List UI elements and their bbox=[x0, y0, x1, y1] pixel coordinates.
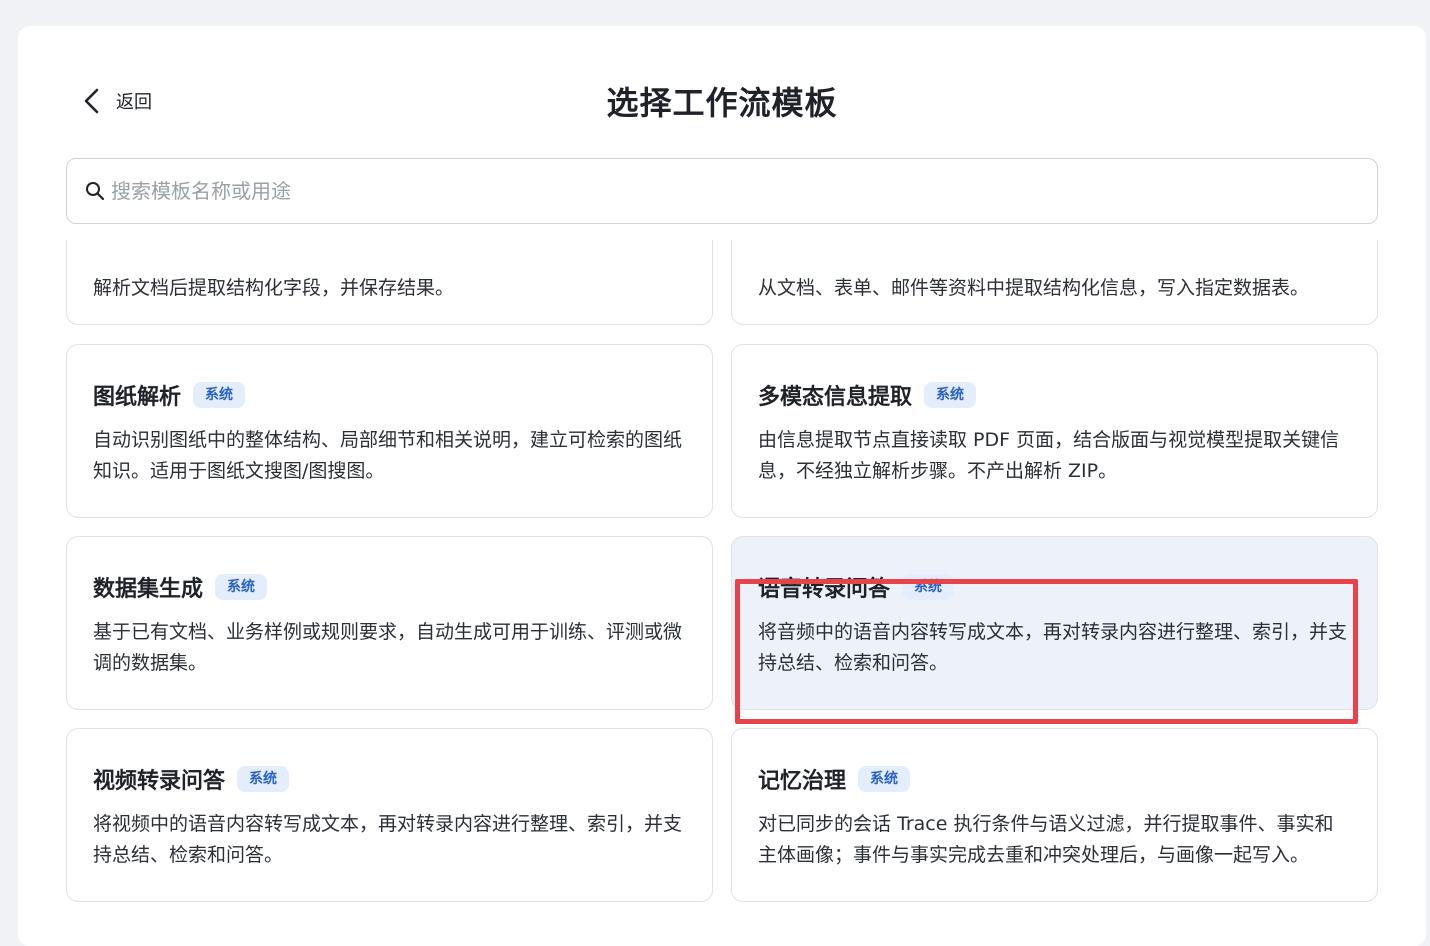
template-desc: 基于已有文档、业务样例或规则要求，自动生成可用于训练、评测或微调的数据集。 bbox=[93, 621, 683, 674]
template-card[interactable]: 数据集生成 系统 基于已有文档、业务样例或规则要求，自动生成可用于训练、评测或微… bbox=[66, 536, 713, 710]
template-desc: 从文档、表单、邮件等资料中提取结构化信息，写入指定数据表。 bbox=[758, 277, 1310, 299]
template-card[interactable]: 多模态信息提取 系统 由信息提取节点直接读取 PDF 页面，结合版面与视觉模型提… bbox=[731, 344, 1378, 518]
template-desc: 解析文档后提取结构化字段，并保存结果。 bbox=[93, 277, 455, 299]
template-card[interactable]: 图纸解析 系统 自动识别图纸中的整体结构、局部细节和相关说明，建立可检索的图纸知… bbox=[66, 344, 713, 518]
template-title: 语音转录问答 bbox=[758, 577, 891, 602]
template-card[interactable]: 视频转录问答 系统 将视频中的语音内容转写成文本，再对转录内容进行整理、索引，并… bbox=[66, 728, 713, 902]
system-tag: 系统 bbox=[193, 382, 246, 408]
system-tag: 系统 bbox=[215, 574, 268, 600]
template-title: 视频转录问答 bbox=[93, 769, 226, 794]
template-card[interactable]: 从文档、表单、邮件等资料中提取结构化信息，写入指定数据表。 bbox=[731, 240, 1378, 325]
system-tag: 系统 bbox=[902, 574, 955, 600]
template-desc: 将视频中的语音内容转写成文本，再对转录内容进行整理、索引，并支持总结、检索和问答… bbox=[93, 813, 683, 866]
template-desc: 自动识别图纸中的整体结构、局部细节和相关说明，建立可检索的图纸知识。适用于图纸文… bbox=[93, 429, 683, 482]
system-tag: 系统 bbox=[237, 766, 290, 792]
search-icon bbox=[86, 182, 105, 201]
template-picker-panel: 返回 选择工作流模板 解析文档后提取结构化字段，并保存结果。 从文档、表单、邮件… bbox=[18, 26, 1426, 946]
template-card[interactable]: 记忆治理 系统 对已同步的会话 Trace 执行条件与语义过滤，并行提取事件、事… bbox=[731, 728, 1378, 902]
template-desc: 由信息提取节点直接读取 PDF 页面，结合版面与视觉模型提取关键信息，不经独立解… bbox=[758, 429, 1340, 482]
search-box[interactable] bbox=[66, 158, 1378, 224]
template-card-selected[interactable]: 语音转录问答 系统 将音频中的语音内容转写成文本，再对转录内容进行整理、索引，并… bbox=[731, 536, 1378, 710]
template-title: 数据集生成 bbox=[93, 577, 204, 602]
template-title: 记忆治理 bbox=[758, 769, 847, 794]
template-grid: 解析文档后提取结构化字段，并保存结果。 从文档、表单、邮件等资料中提取结构化信息… bbox=[66, 240, 1378, 946]
system-tag: 系统 bbox=[924, 382, 977, 408]
template-title: 图纸解析 bbox=[93, 385, 182, 410]
template-desc: 将音频中的语音内容转写成文本，再对转录内容进行整理、索引，并支持总结、检索和问答… bbox=[758, 621, 1348, 674]
system-tag: 系统 bbox=[858, 766, 911, 792]
template-card[interactable]: 解析文档后提取结构化字段，并保存结果。 bbox=[66, 240, 713, 325]
page-title: 选择工作流模板 bbox=[606, 84, 838, 122]
template-title: 多模态信息提取 bbox=[758, 385, 913, 410]
search-input[interactable] bbox=[111, 179, 1377, 203]
template-desc: 对已同步的会话 Trace 执行条件与语义过滤，并行提取事件、事实和主体画像；事… bbox=[758, 813, 1334, 866]
